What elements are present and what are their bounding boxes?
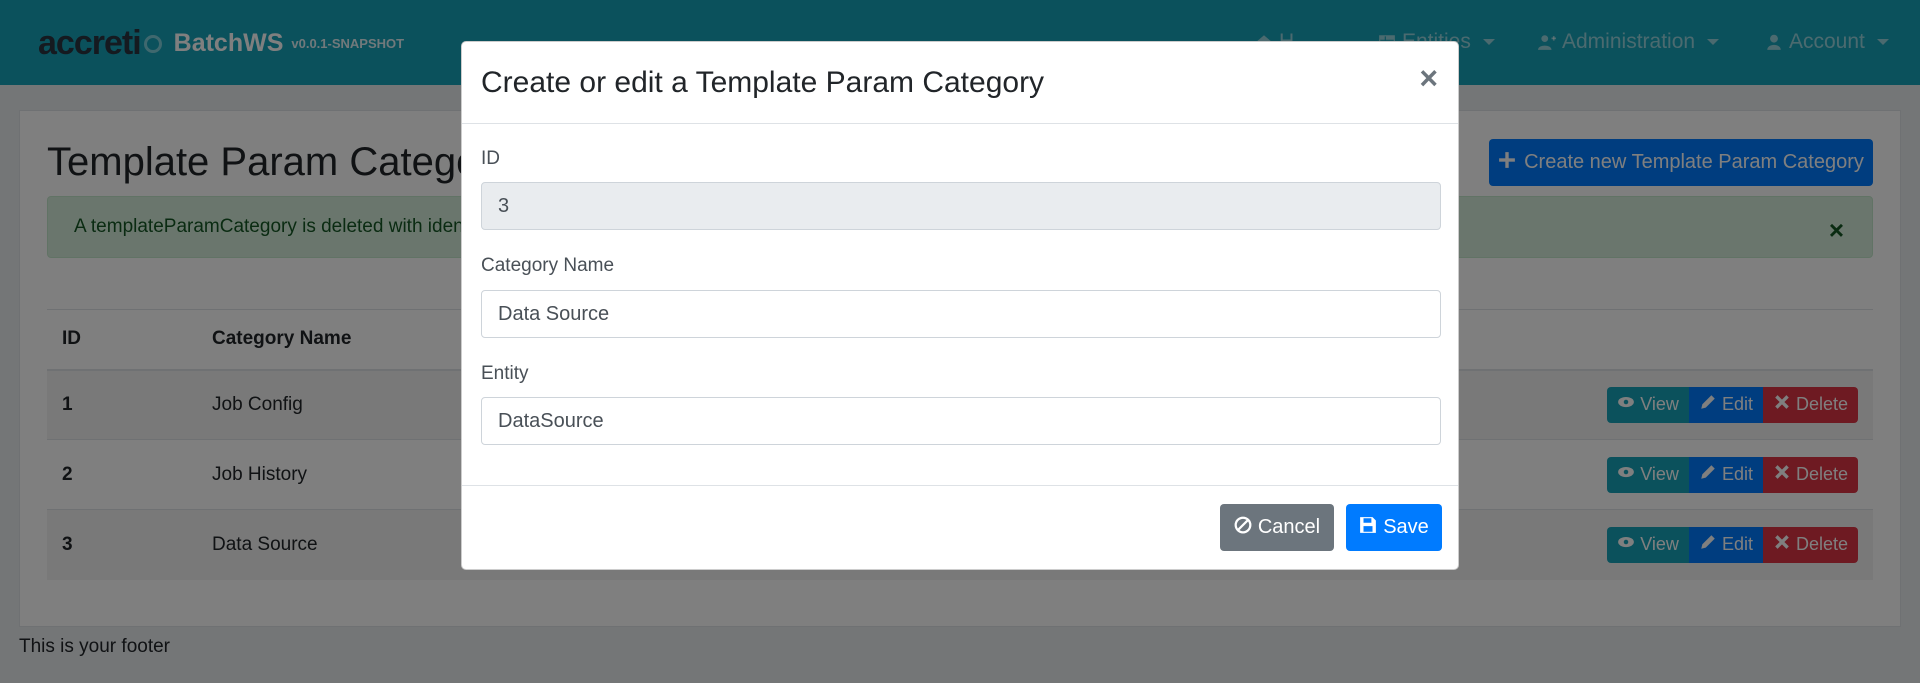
save-label: Save (1383, 516, 1429, 538)
id-field: 3 (481, 182, 1441, 230)
modal-header: Create or edit a Template Param Category… (462, 42, 1458, 124)
cancel-label: Cancel (1257, 516, 1321, 538)
entity-label: Entity (481, 363, 529, 384)
close-icon[interactable]: × (1419, 60, 1438, 97)
edit-category-dialog: Create or edit a Template Param Category… (461, 41, 1459, 570)
modal-title: Create or edit a Template Param Category (481, 66, 1045, 99)
category-name-label: Category Name (481, 255, 615, 276)
entity-field[interactable]: DataSource (481, 397, 1441, 445)
save-icon (1359, 516, 1377, 540)
category-name-field[interactable]: Data Source (481, 290, 1441, 338)
cancel-button[interactable]: Cancel (1220, 504, 1334, 551)
save-button[interactable]: Save (1346, 504, 1442, 551)
ban-icon (1234, 516, 1252, 540)
id-label: ID (481, 148, 500, 169)
